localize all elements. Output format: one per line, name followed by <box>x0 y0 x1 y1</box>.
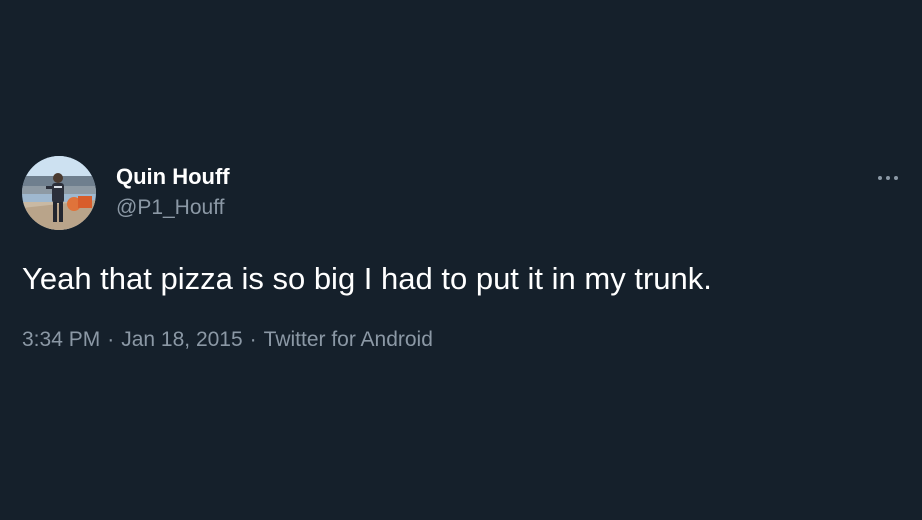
tweet-date[interactable]: Jan 18, 2015 <box>121 328 242 351</box>
tweet-metadata: 3:34 PM · Jan 18, 2015 · Twitter for Android <box>22 328 433 352</box>
tweet-time[interactable]: 3:34 PM <box>22 328 100 351</box>
avatar-image <box>22 156 96 230</box>
more-horizontal-icon <box>878 176 882 180</box>
more-horizontal-icon-dot <box>894 176 898 180</box>
avatar[interactable] <box>22 156 96 230</box>
tweet-card: Quin Houff @P1_Houff Yeah that pizza is … <box>0 0 922 520</box>
display-name[interactable]: Quin Houff <box>116 164 230 190</box>
more-options-button[interactable] <box>868 164 908 192</box>
tweet-text: Yeah that pizza is so big I had to put i… <box>22 261 712 296</box>
tweet-source[interactable]: Twitter for Android <box>264 328 433 351</box>
more-horizontal-icon-dot <box>886 176 890 180</box>
meta-separator: · <box>249 328 257 351</box>
meta-separator: · <box>107 328 115 351</box>
user-handle[interactable]: @P1_Houff <box>116 196 225 220</box>
